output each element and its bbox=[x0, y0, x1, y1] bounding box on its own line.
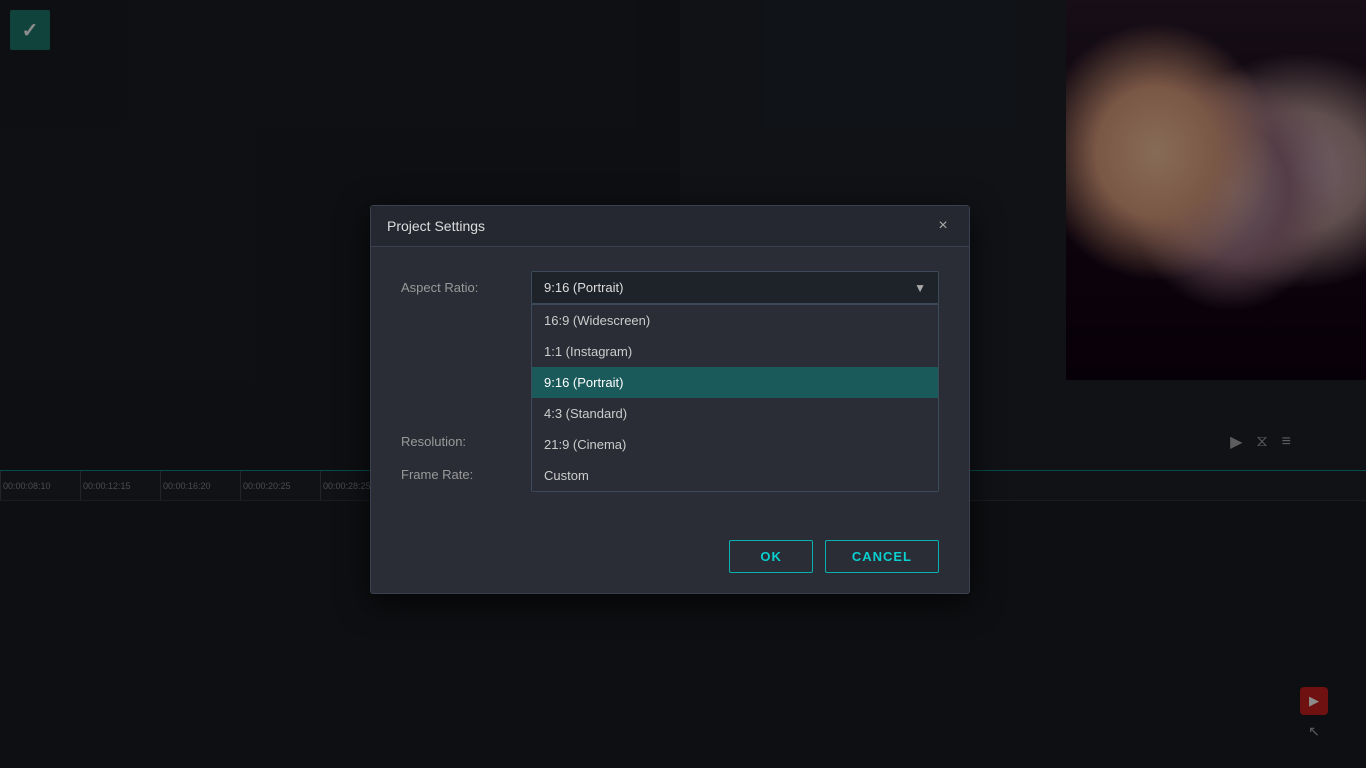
aspect-ratio-select-wrapper: 9:16 (Portrait) ▼ 16:9 (Widescreen) 1:1 … bbox=[531, 271, 939, 304]
selected-aspect-ratio-text: 9:16 (Portrait) bbox=[544, 280, 623, 295]
aspect-ratio-select[interactable]: 9:16 (Portrait) ▼ bbox=[531, 271, 939, 304]
dialog-body: Aspect Ratio: 9:16 (Portrait) ▼ 16:9 (Wi… bbox=[371, 247, 969, 524]
aspect-ratio-dropdown: 16:9 (Widescreen) 1:1 (Instagram) 9:16 (… bbox=[531, 304, 939, 492]
dropdown-option-portrait[interactable]: 9:16 (Portrait) bbox=[532, 367, 938, 398]
resolution-label: Resolution: bbox=[401, 434, 531, 449]
project-settings-dialog: Project Settings × Aspect Ratio: 9:16 (P… bbox=[370, 205, 970, 594]
aspect-ratio-label: Aspect Ratio: bbox=[401, 280, 531, 295]
dropdown-option-standard[interactable]: 4:3 (Standard) bbox=[532, 398, 938, 429]
frame-rate-label: Frame Rate: bbox=[401, 467, 531, 482]
dropdown-option-cinema[interactable]: 21:9 (Cinema) bbox=[532, 429, 938, 460]
aspect-ratio-row: Aspect Ratio: 9:16 (Portrait) ▼ 16:9 (Wi… bbox=[401, 271, 939, 304]
dialog-title: Project Settings bbox=[387, 218, 485, 234]
ok-button[interactable]: OK bbox=[729, 540, 813, 573]
cancel-button[interactable]: CANCEL bbox=[825, 540, 939, 573]
aspect-ratio-control: 9:16 (Portrait) ▼ 16:9 (Widescreen) 1:1 … bbox=[531, 271, 939, 304]
close-button[interactable]: × bbox=[933, 216, 953, 236]
dialog-footer: OK CANCEL bbox=[371, 524, 969, 593]
dropdown-option-widescreen[interactable]: 16:9 (Widescreen) bbox=[532, 305, 938, 336]
dropdown-option-instagram[interactable]: 1:1 (Instagram) bbox=[532, 336, 938, 367]
dialog-header: Project Settings × bbox=[371, 206, 969, 247]
chevron-down-icon: ▼ bbox=[914, 281, 926, 295]
dropdown-option-custom[interactable]: Custom bbox=[532, 460, 938, 491]
